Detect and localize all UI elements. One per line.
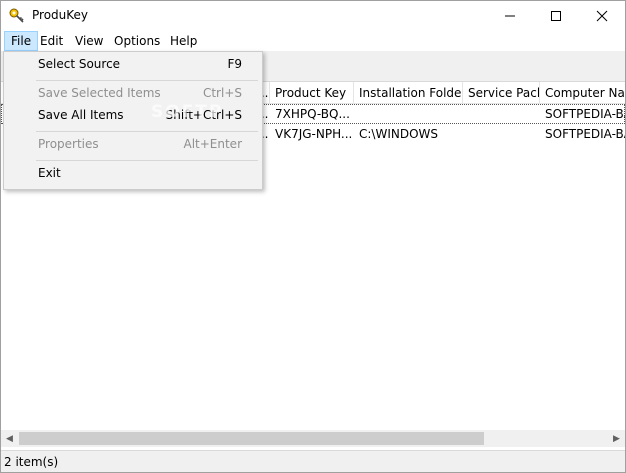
menu-item-save-all-items[interactable]: Save All Items Shift+Ctrl+S	[6, 105, 260, 127]
file-menu-dropdown: Select Source F9 Save Selected Items Ctr…	[3, 51, 263, 190]
status-bar: 2 item(s)	[1, 450, 625, 472]
menu-file[interactable]: File	[4, 31, 39, 51]
column-header-installation-folder[interactable]: Installation Folder	[354, 82, 463, 104]
menu-item-label: Exit	[38, 166, 61, 180]
maximize-button[interactable]	[533, 1, 579, 31]
title-bar[interactable]: ProduKey	[1, 1, 625, 31]
menu-item-label: Save Selected Items	[38, 86, 161, 100]
menu-view[interactable]: View	[69, 32, 109, 50]
cell-service-pack	[463, 124, 540, 144]
menu-separator	[36, 80, 258, 81]
menu-separator	[36, 131, 258, 132]
column-header-service-pack[interactable]: Service Pack	[463, 82, 540, 104]
column-header-product-key[interactable]: Product Key	[270, 82, 354, 104]
menu-item-save-selected-items[interactable]: Save Selected Items Ctrl+S	[6, 83, 260, 105]
menu-item-properties[interactable]: Properties Alt+Enter	[6, 134, 260, 156]
menu-item-label: Select Source	[38, 57, 121, 71]
menu-item-label: Save All Items	[38, 108, 124, 122]
cell-computer-name: SOFTPEDIA-BA	[545, 127, 625, 141]
cell-computer-name: SOFTPEDIA-BA	[545, 107, 625, 121]
scroll-right-icon[interactable]: ▶	[608, 430, 625, 447]
column-header-computer-name[interactable]: Computer Name	[540, 82, 625, 104]
menu-item-shortcut: F9	[227, 57, 242, 71]
produkey-key-icon	[8, 7, 26, 25]
menu-item-exit[interactable]: Exit	[6, 163, 260, 185]
horizontal-scrollbar[interactable]: ◀ ▶	[1, 430, 625, 447]
menu-help[interactable]: Help	[164, 32, 203, 50]
menu-separator	[36, 160, 258, 161]
menu-item-shortcut: Alt+Enter	[183, 137, 242, 151]
cell-installation-folder: C:\WINDOWS	[359, 127, 439, 141]
minimize-button[interactable]	[487, 1, 533, 31]
cell-product-key: 7XHPQ-BQ...	[275, 107, 350, 121]
maximize-icon	[551, 11, 561, 21]
window-title: ProduKey	[32, 8, 89, 22]
close-icon	[596, 10, 608, 22]
cell-installation-folder	[354, 104, 463, 124]
item-count-status: 2 item(s)	[4, 455, 59, 469]
menu-item-label: Properties	[38, 137, 99, 151]
menu-edit[interactable]: Edit	[34, 32, 69, 50]
scrollbar-thumb[interactable]	[19, 432, 484, 445]
cell-product-key: VK7JG-NPH...	[275, 127, 353, 141]
cell-service-pack	[463, 104, 540, 124]
menu-options[interactable]: Options	[108, 32, 166, 50]
minimize-icon	[505, 15, 515, 17]
menu-item-select-source[interactable]: Select Source F9	[6, 54, 260, 76]
close-button[interactable]	[579, 1, 625, 31]
menu-item-shortcut: Shift+Ctrl+S	[165, 108, 242, 122]
menu-bar: File Edit View Options Help	[1, 31, 625, 51]
produkey-window: ProduKey File Edit View Options Help ...…	[0, 0, 626, 473]
scroll-left-icon[interactable]: ◀	[1, 430, 18, 447]
menu-item-shortcut: Ctrl+S	[202, 86, 242, 100]
